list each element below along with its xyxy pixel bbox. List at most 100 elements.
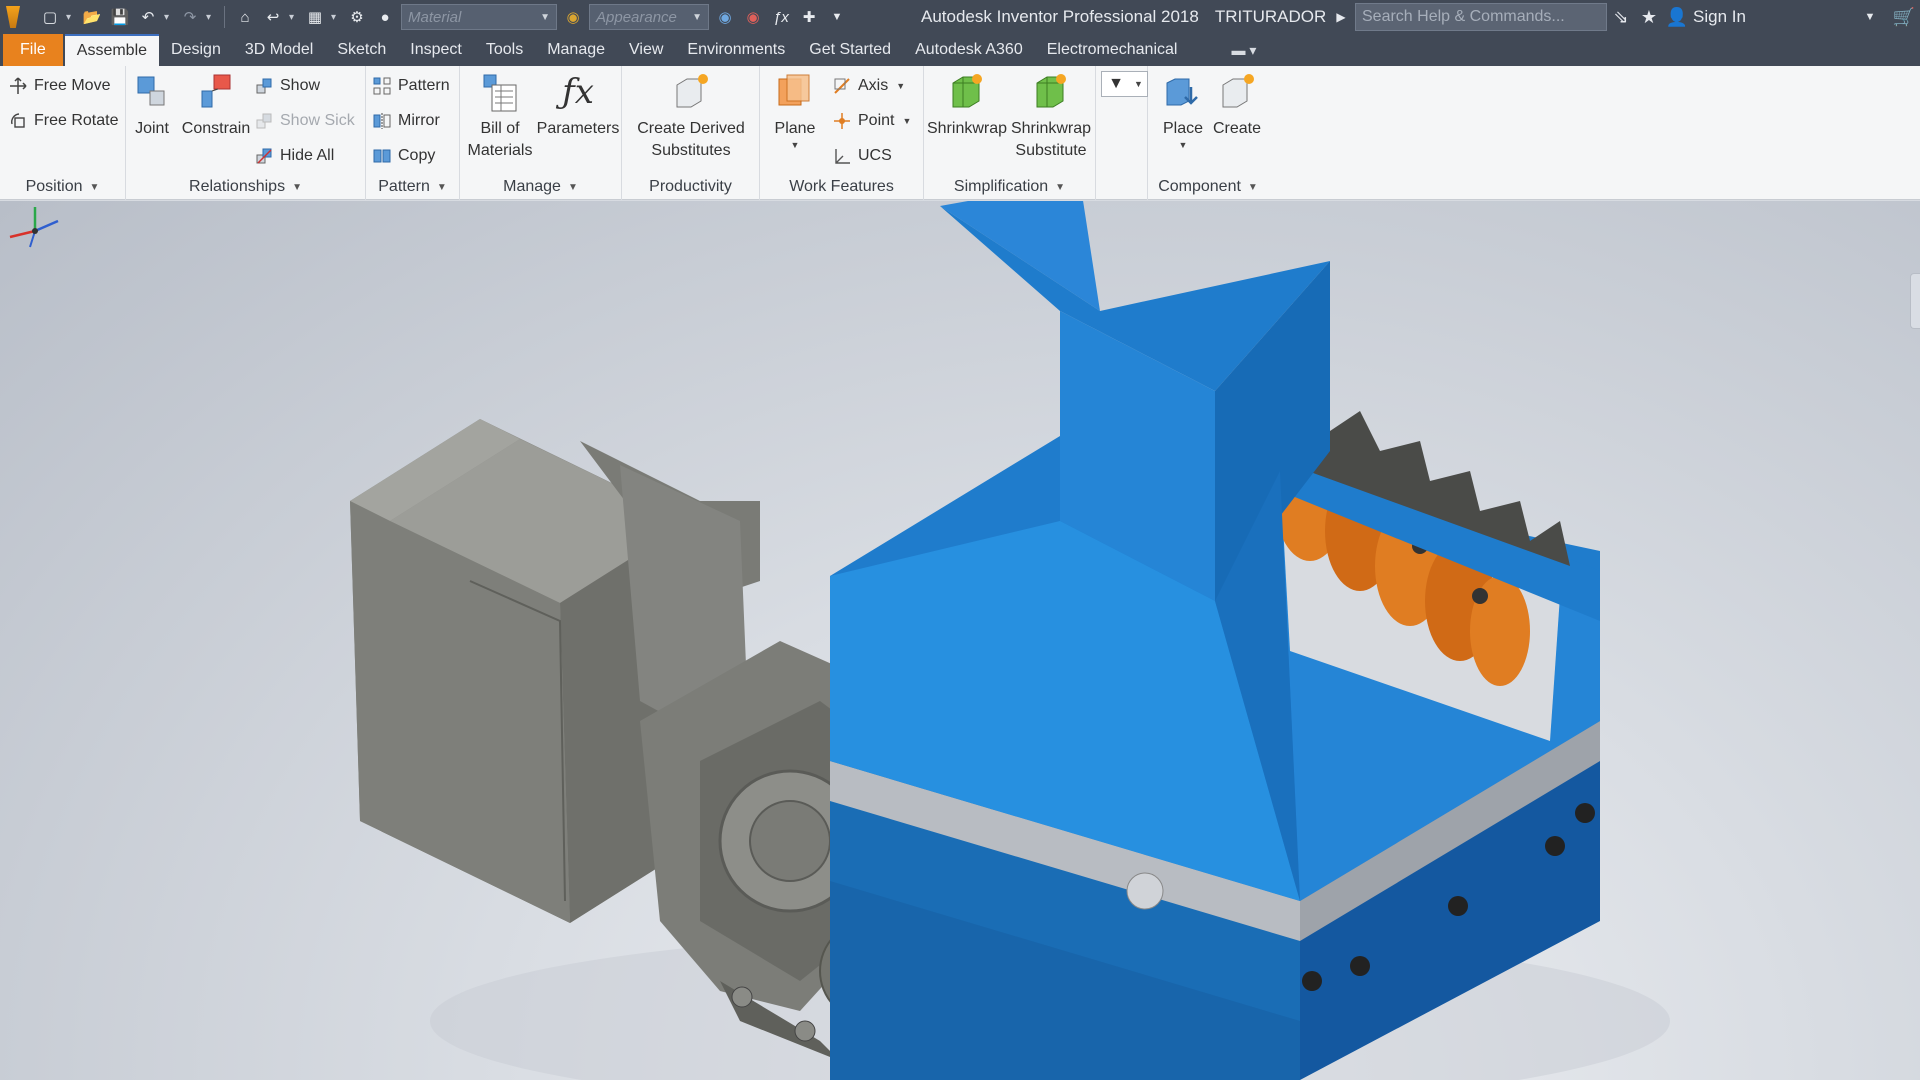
tab-electromechanical[interactable]: Electromechanical bbox=[1035, 34, 1190, 66]
shrinkwrap-label: Shrinkwrap bbox=[926, 120, 1008, 137]
tab-autodesk-a360[interactable]: Autodesk A360 bbox=[903, 34, 1035, 66]
copy-label: Copy bbox=[398, 147, 436, 164]
plus-icon[interactable]: ✚ bbox=[797, 5, 821, 29]
show-sick-button[interactable]: Show Sick bbox=[254, 108, 355, 134]
tab-design[interactable]: Design bbox=[159, 34, 233, 66]
material-combo[interactable]: Material ▼ bbox=[401, 4, 557, 30]
tab-environments[interactable]: Environments bbox=[675, 34, 797, 66]
create-derived-substitutes-button[interactable]: Create Derived Substitutes bbox=[624, 70, 758, 162]
chevron-down-icon: ▼ bbox=[1178, 140, 1188, 150]
home-icon[interactable]: ⌂ bbox=[233, 5, 257, 29]
return-dropdown-icon[interactable]: ▾ bbox=[289, 12, 299, 23]
ucs-label: UCS bbox=[858, 147, 892, 164]
ribbon-display-options-icon[interactable]: ▬ ▾ bbox=[1219, 34, 1268, 66]
chevron-down-icon[interactable]: ▼ bbox=[896, 81, 905, 91]
star-icon[interactable]: ★ bbox=[1635, 3, 1663, 31]
select-dropdown-icon[interactable]: ▾ bbox=[331, 12, 341, 23]
search-input[interactable]: Search Help & Commands... bbox=[1355, 3, 1607, 31]
shrinkwrap-substitute-button[interactable]: Shrinkwrap Substitute bbox=[1010, 70, 1092, 162]
clear-appearance-icon[interactable]: ◉ bbox=[741, 5, 765, 29]
place-button[interactable]: Place ▼ bbox=[1160, 70, 1206, 150]
ribbon: Free Move Free Rotate Position ▼ Joint Co… bbox=[0, 66, 1920, 200]
document-name: TRITURADOR bbox=[1214, 7, 1327, 26]
open-icon[interactable]: 📂 bbox=[80, 5, 104, 29]
create-component-icon bbox=[1215, 70, 1259, 114]
new-icon[interactable]: ▢ bbox=[38, 5, 62, 29]
sign-in-link[interactable]: Sign In bbox=[1693, 7, 1746, 27]
hide-all-label: Hide All bbox=[280, 147, 335, 164]
shrinkwrap-button[interactable]: Shrinkwrap bbox=[926, 70, 1008, 140]
cart-icon[interactable]: 🛒 bbox=[1890, 3, 1918, 31]
bill-of-materials-button[interactable]: Bill of Materials bbox=[464, 70, 536, 162]
tab-sketch[interactable]: Sketch bbox=[325, 34, 398, 66]
tab-file[interactable]: File bbox=[3, 34, 63, 66]
tab-get-started[interactable]: Get Started bbox=[797, 34, 903, 66]
pattern-icon bbox=[372, 76, 392, 96]
undo-icon[interactable]: ↶ bbox=[136, 5, 160, 29]
parameters-button[interactable]: ƒx Parameters bbox=[536, 70, 620, 140]
customize-dropdown-icon[interactable]: ▼ bbox=[825, 5, 849, 29]
free-move-icon bbox=[8, 76, 28, 96]
free-move-button[interactable]: Free Move bbox=[8, 73, 110, 99]
copy-button[interactable]: Copy bbox=[372, 143, 435, 169]
create-derived-substitutes-icon bbox=[669, 70, 713, 114]
tab-assemble[interactable]: Assemble bbox=[64, 34, 160, 66]
new-dropdown-icon[interactable]: ▾ bbox=[66, 12, 76, 23]
function-icon[interactable]: ƒx bbox=[769, 5, 793, 29]
redo-icon[interactable]: ↷ bbox=[178, 5, 202, 29]
user-icon[interactable]: 👤 bbox=[1663, 3, 1691, 31]
panel-pattern-label[interactable]: Pattern ▼ bbox=[366, 174, 459, 200]
tab-inspect[interactable]: Inspect bbox=[398, 34, 474, 66]
joint-button[interactable]: Joint bbox=[132, 70, 172, 140]
undo-dropdown-icon[interactable]: ▾ bbox=[164, 12, 174, 23]
globe-icon[interactable]: ● bbox=[373, 5, 397, 29]
ucs-button[interactable]: UCS bbox=[832, 143, 892, 169]
panel-manage-label[interactable]: Manage ▼ bbox=[460, 174, 621, 200]
chevron-down-icon: ▼ bbox=[436, 181, 447, 193]
chevron-down-icon[interactable]: ▼ bbox=[902, 116, 911, 126]
constrain-button[interactable]: Constrain bbox=[182, 70, 250, 140]
mirror-button[interactable]: Mirror bbox=[372, 108, 440, 134]
free-rotate-button[interactable]: Free Rotate bbox=[8, 108, 118, 134]
panel-position-label[interactable]: Position ▼ bbox=[0, 174, 125, 200]
panel-simplification: Shrinkwrap Shrinkwrap Substitute Simplif… bbox=[924, 66, 1096, 200]
update-icon[interactable]: ⚙ bbox=[345, 5, 369, 29]
communication-center-icon[interactable]: ⇘ bbox=[1607, 3, 1635, 31]
point-button[interactable]: Point ▼ bbox=[832, 108, 911, 134]
mirror-label: Mirror bbox=[398, 112, 440, 129]
tab-manage[interactable]: Manage bbox=[535, 34, 617, 66]
redo-dropdown-icon[interactable]: ▾ bbox=[206, 12, 216, 23]
show-button[interactable]: Show bbox=[254, 73, 320, 99]
cds-label-line2: Substitutes bbox=[651, 142, 731, 159]
search-expand-icon[interactable]: ▶ bbox=[1327, 3, 1355, 31]
joint-label: Joint bbox=[135, 120, 169, 137]
panel-work-features-label: Work Features bbox=[760, 174, 923, 200]
adjust-appearance-icon[interactable]: ◉ bbox=[713, 5, 737, 29]
show-sick-icon bbox=[254, 111, 274, 131]
hide-all-button[interactable]: Hide All bbox=[254, 143, 334, 169]
cds-label-line1: Create Derived bbox=[637, 120, 745, 137]
free-rotate-icon bbox=[8, 111, 28, 131]
joint-icon bbox=[130, 70, 174, 114]
tab-3d-model[interactable]: 3D Model bbox=[233, 34, 325, 66]
create-component-button[interactable]: Create bbox=[1212, 70, 1262, 140]
assembly-model[interactable] bbox=[0, 201, 1920, 1080]
viewcube-icon[interactable] bbox=[1910, 273, 1920, 329]
axis-button[interactable]: Axis ▼ bbox=[832, 73, 905, 99]
select-icon[interactable]: ▦ bbox=[303, 5, 327, 29]
app-menu-icon[interactable] bbox=[0, 0, 26, 34]
return-icon[interactable]: ↩ bbox=[261, 5, 285, 29]
appearance-icon[interactable]: ◉ bbox=[561, 5, 585, 29]
pattern-button[interactable]: Pattern bbox=[372, 73, 450, 99]
sign-in-dropdown-icon[interactable]: ▼ bbox=[1856, 3, 1884, 31]
panel-simplification-label[interactable]: Simplification ▼ bbox=[924, 174, 1095, 200]
plane-button[interactable]: Plane ▼ bbox=[770, 70, 820, 150]
appearance-combo[interactable]: Appearance ▼ bbox=[589, 4, 709, 30]
tab-view[interactable]: View bbox=[617, 34, 675, 66]
graphics-viewport[interactable] bbox=[0, 201, 1920, 1080]
panel-relationships-label[interactable]: Relationships ▼ bbox=[126, 174, 365, 200]
tab-tools[interactable]: Tools bbox=[474, 34, 535, 66]
selection-filter-button[interactable]: ▼ ▼ bbox=[1101, 71, 1148, 97]
save-icon[interactable]: 💾 bbox=[108, 5, 132, 29]
panel-component-label[interactable]: Component ▼ bbox=[1148, 174, 1268, 200]
